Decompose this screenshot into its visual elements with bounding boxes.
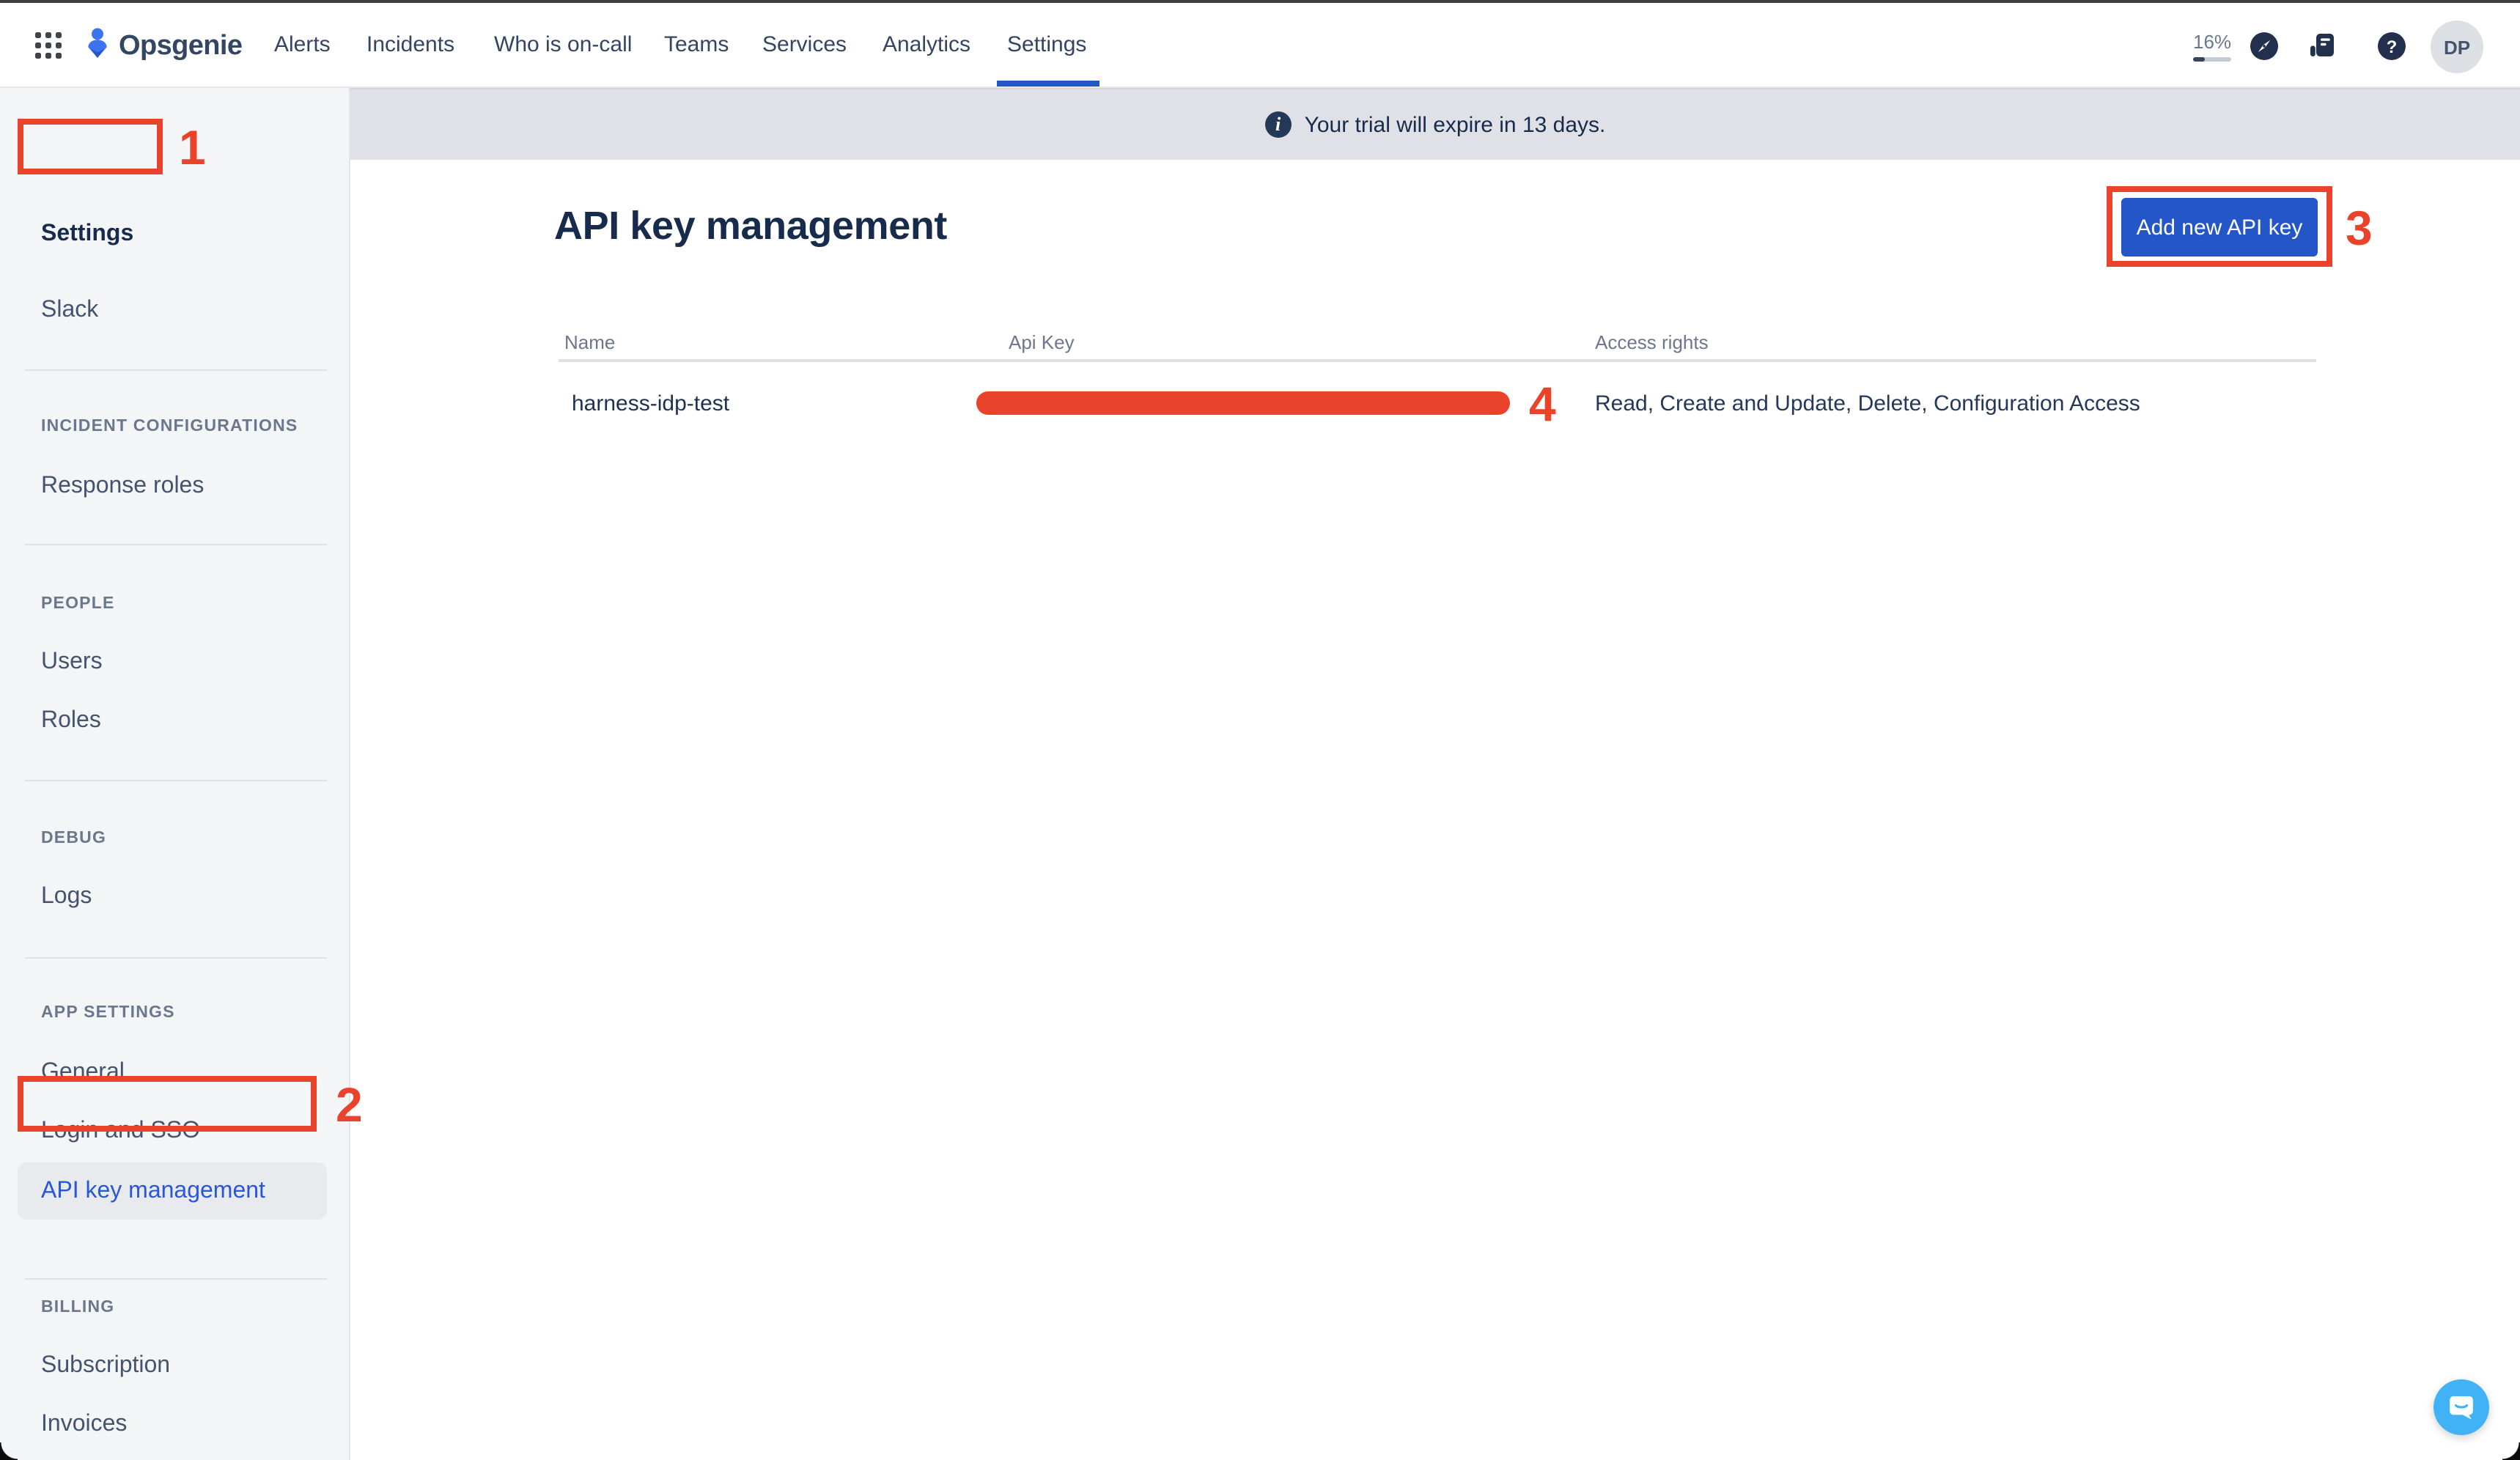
nav-item-settings[interactable]: Settings (1007, 32, 1086, 57)
sidebar-item-roles[interactable]: Roles (41, 708, 101, 734)
active-tab-underline (997, 81, 1099, 86)
column-header-name: Name (564, 331, 615, 353)
opsgenie-settings-page: Opsgenie Alerts Incidents Who is on-call… (0, 0, 2520, 1460)
annotation-number-1: 1 (179, 123, 206, 172)
table-header-divider (559, 359, 2316, 362)
usage-progress-fill (2193, 57, 2205, 62)
sidebar-divider (25, 780, 327, 781)
nav-item-teams[interactable]: Teams (664, 32, 729, 57)
sidebar-item-api-key-management[interactable]: API key management (41, 1179, 265, 1205)
column-header-access-rights: Access rights (1595, 331, 1709, 353)
sidebar-item-settings[interactable]: Settings (41, 221, 133, 248)
app-switcher-icon[interactable] (35, 32, 62, 59)
settings-sidebar: Settings Slack INCIDENT CONFIGURATIONS R… (0, 88, 350, 1460)
sidebar-item-logs[interactable]: Logs (41, 884, 92, 910)
trial-banner: i Your trial will expire in 13 days. (350, 88, 2520, 160)
annotation-number-3: 3 (2346, 204, 2373, 252)
sidebar-divider (25, 1278, 327, 1280)
usage-percent-label: 16% (2193, 31, 2231, 53)
sidebar-divider (25, 369, 327, 371)
column-header-api-key: Api Key (1009, 331, 1075, 353)
nav-item-alerts[interactable]: Alerts (274, 32, 331, 57)
annotation-number-2: 2 (336, 1080, 363, 1129)
sidebar-item-general[interactable]: General (41, 1060, 125, 1086)
avatar[interactable]: DP (2431, 21, 2483, 73)
api-key-redaction-bar (976, 391, 1510, 415)
chat-launcher-button[interactable] (2434, 1379, 2489, 1435)
chat-bubble-icon (2447, 1393, 2476, 1422)
nav-item-analytics[interactable]: Analytics (883, 32, 970, 57)
nav-item-services[interactable]: Services (762, 32, 847, 57)
sidebar-section-incident-configurations: INCIDENT CONFIGURATIONS (41, 416, 298, 437)
access-rights-cell: Read, Create and Update, Delete, Configu… (1595, 391, 2140, 416)
sidebar-item-login-and-sso[interactable]: Login and SSO (41, 1118, 200, 1145)
sidebar-item-users[interactable]: Users (41, 649, 103, 676)
opsgenie-logo[interactable]: Opsgenie (84, 28, 242, 66)
nav-item-incidents[interactable]: Incidents (366, 32, 454, 57)
compass-icon[interactable] (2250, 32, 2278, 60)
sidebar-divider (25, 544, 327, 545)
nav-item-who-is-on-call[interactable]: Who is on-call (494, 32, 632, 57)
help-icon[interactable]: ? (2378, 32, 2406, 60)
window-corner (2502, 1442, 2520, 1460)
brand-name: Opsgenie (119, 31, 242, 63)
whats-new-icon[interactable] (2309, 32, 2335, 60)
info-icon: i (1265, 111, 1292, 138)
sidebar-section-people: PEOPLE (41, 594, 115, 614)
sidebar-section-app-settings: APP SETTINGS (41, 1003, 175, 1023)
api-key-name-cell: harness-idp-test (572, 391, 729, 416)
sidebar-item-slack[interactable]: Slack (41, 298, 98, 324)
sidebar-item-subscription[interactable]: Subscription (41, 1353, 170, 1379)
sidebar-section-billing: BILLING (41, 1297, 114, 1318)
sidebar-item-invoices[interactable]: Invoices (41, 1412, 127, 1438)
page-title: API key management (554, 204, 947, 249)
annotation-number-4: 4 (1529, 380, 1556, 428)
sidebar-divider (25, 957, 327, 959)
trial-banner-text: Your trial will expire in 13 days. (1305, 112, 1606, 137)
sidebar-section-debug: DEBUG (41, 828, 106, 849)
add-new-api-key-button[interactable]: Add new API key (2121, 198, 2318, 257)
sidebar-item-response-roles[interactable]: Response roles (41, 473, 204, 500)
opsgenie-logo-icon (84, 28, 111, 66)
top-navigation-bar: Opsgenie Alerts Incidents Who is on-call… (0, 3, 2520, 88)
usage-meter[interactable]: 16% (2193, 31, 2231, 62)
usage-progress-track (2193, 57, 2231, 62)
